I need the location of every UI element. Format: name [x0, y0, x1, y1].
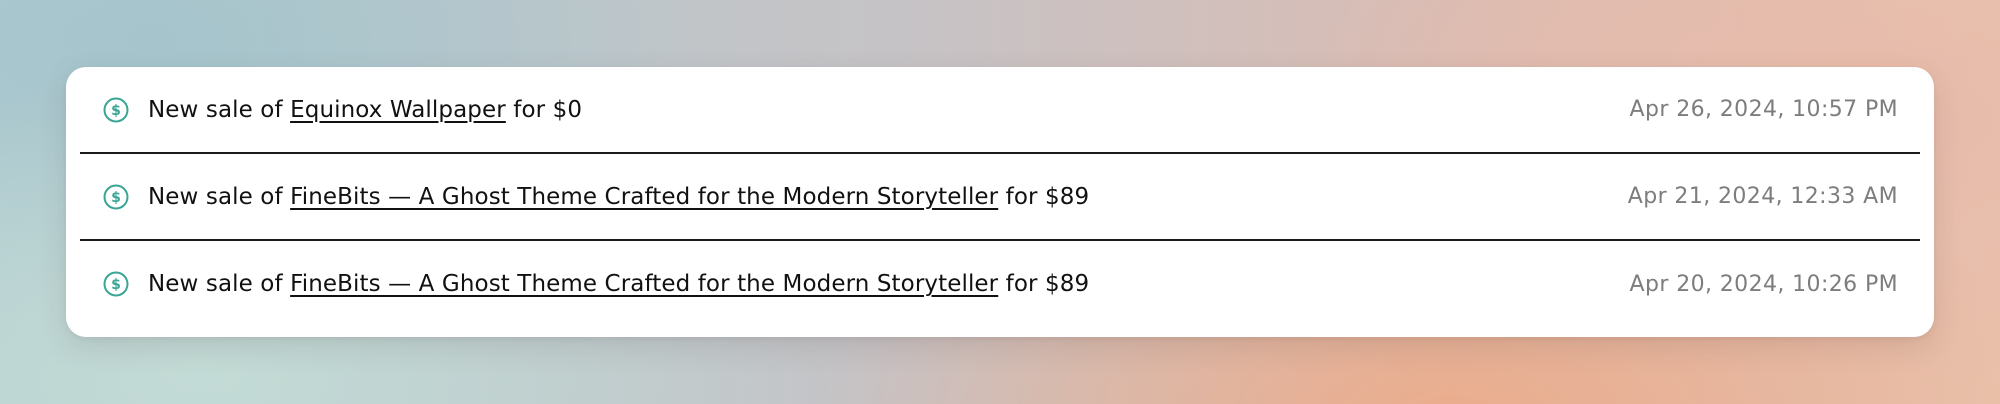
dollar-circle-icon: $ [103, 271, 129, 297]
sale-amount: for $89 [1005, 183, 1090, 210]
sale-amount: for $0 [513, 96, 583, 123]
sale-row: $ New sale of FineBits — A Ghost Theme C… [80, 154, 1920, 241]
sales-activity-card: $ New sale of Equinox Wallpaper for $0 A… [66, 67, 1934, 337]
product-link[interactable]: FineBits — A Ghost Theme Crafted for the… [290, 184, 998, 210]
product-link[interactable]: Equinox Wallpaper [290, 97, 506, 123]
svg-text:$: $ [111, 190, 121, 206]
dollar-circle-icon: $ [103, 97, 129, 122]
product-link[interactable]: FineBits — A Ghost Theme Crafted for the… [290, 271, 998, 297]
sale-message: New sale of FineBits — A Ghost Theme Cra… [148, 184, 1089, 210]
sale-message: New sale of FineBits — A Ghost Theme Cra… [148, 271, 1089, 297]
sale-row: $ New sale of Equinox Wallpaper for $0 A… [80, 67, 1920, 154]
sale-amount: for $89 [1005, 271, 1090, 297]
sale-timestamp: Apr 20, 2024, 10:26 PM [1629, 271, 1898, 297]
svg-text:$: $ [111, 277, 121, 293]
svg-text:$: $ [111, 103, 121, 119]
sale-timestamp: Apr 21, 2024, 12:33 AM [1627, 184, 1898, 209]
sale-timestamp: Apr 26, 2024, 10:57 PM [1629, 97, 1898, 122]
dollar-circle-icon: $ [103, 184, 129, 209]
sale-prefix: New sale of [148, 271, 283, 297]
sale-message: New sale of Equinox Wallpaper for $0 [148, 97, 582, 123]
sale-prefix: New sale of [148, 183, 283, 210]
sale-prefix: New sale of [148, 96, 283, 123]
sale-row: $ New sale of FineBits — A Ghost Theme C… [80, 241, 1920, 327]
